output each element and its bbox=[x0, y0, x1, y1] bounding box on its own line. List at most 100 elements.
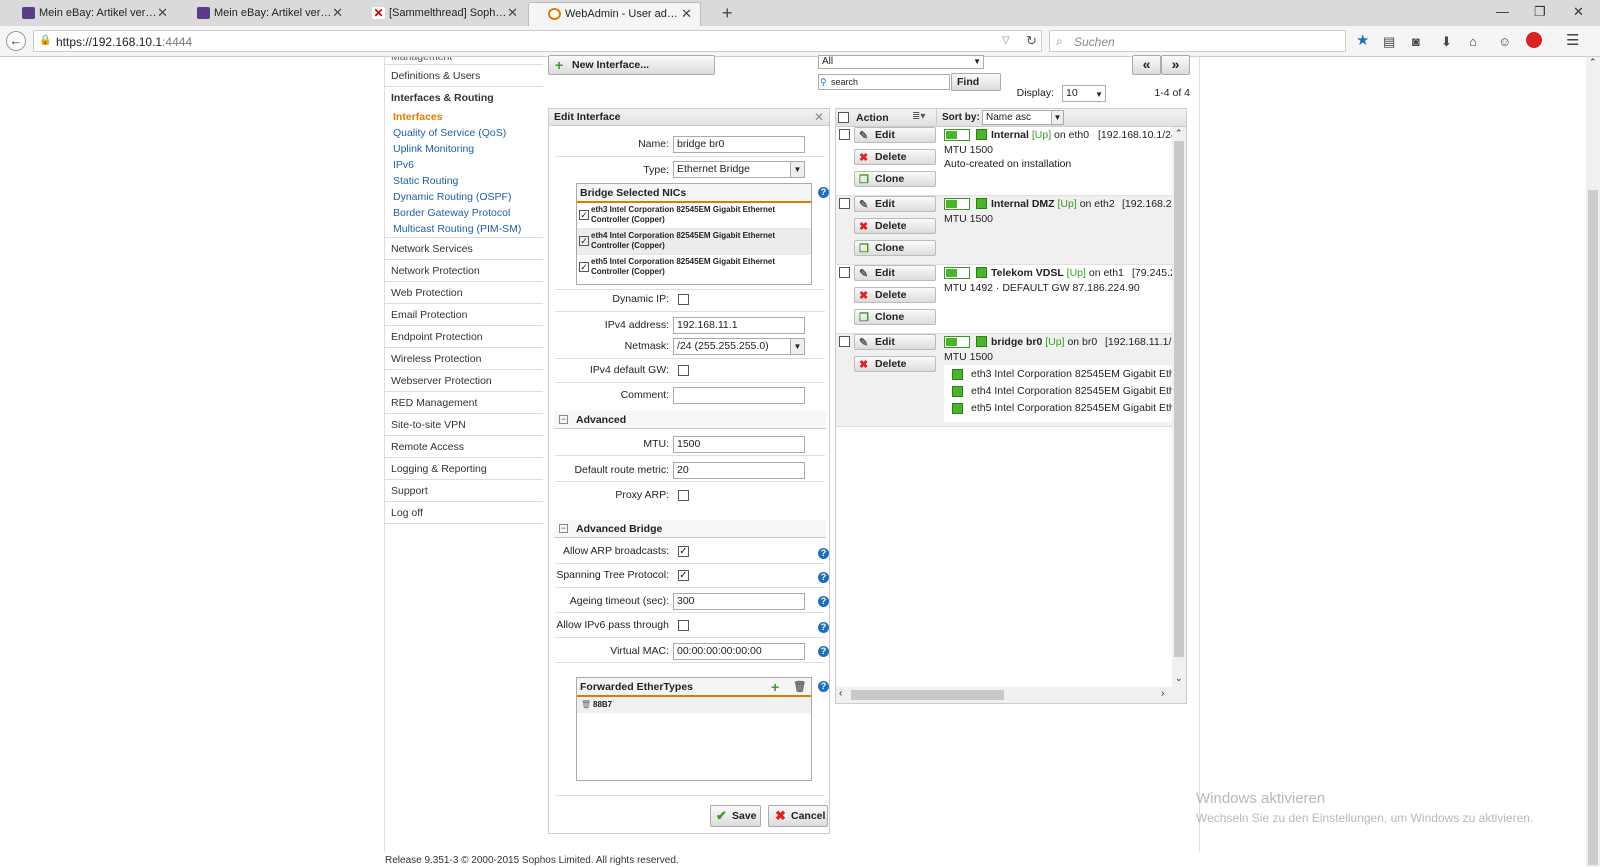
edit-button[interactable]: ✎ Edit bbox=[854, 127, 936, 143]
nic-checkbox[interactable]: ✓ bbox=[579, 236, 589, 246]
trash-icon[interactable]: 🗑 bbox=[793, 678, 806, 696]
sidebar-item-log-off[interactable]: Log off bbox=[385, 502, 543, 524]
delete-button[interactable]: ✖ Delete bbox=[854, 356, 936, 372]
close-icon[interactable]: ✕ bbox=[507, 2, 518, 24]
clone-button[interactable]: ❐ Clone bbox=[854, 240, 936, 256]
sidebar-item-definitions-users[interactable]: Definitions & Users bbox=[385, 65, 543, 87]
advanced-bridge-section-header[interactable]: − Advanced Bridge bbox=[554, 520, 826, 538]
url-bar[interactable]: 🔒 https://192.168.10.1:4444 ▽ ↻ bbox=[33, 30, 1042, 52]
comment-input[interactable] bbox=[673, 387, 805, 404]
close-icon[interactable]: ✕ bbox=[332, 2, 343, 24]
close-icon[interactable]: ✕ bbox=[814, 109, 824, 126]
page-scrollbar[interactable]: ⌃ bbox=[1586, 57, 1600, 867]
ethertype-item[interactable]: 🗑 88B7 bbox=[577, 697, 811, 713]
delete-button[interactable]: ✖ Delete bbox=[854, 218, 936, 234]
edit-button[interactable]: ✎ Edit bbox=[854, 196, 936, 212]
status-toggle[interactable] bbox=[944, 336, 970, 348]
ageing-timeout-input[interactable]: 300 bbox=[673, 593, 805, 610]
close-icon[interactable]: ✕ bbox=[157, 2, 168, 24]
back-button[interactable]: ← bbox=[6, 31, 26, 51]
sidebar-item-logging-reporting[interactable]: Logging & Reporting bbox=[385, 458, 543, 480]
sort-select[interactable]: Name asc ▼ bbox=[982, 110, 1064, 125]
minimize-icon[interactable]: — bbox=[1496, 4, 1509, 19]
sidebar-item-site-to-site-vpn[interactable]: Site-to-site VPN bbox=[385, 414, 543, 436]
add-icon[interactable]: + bbox=[771, 678, 779, 696]
edit-button[interactable]: ✎ Edit bbox=[854, 265, 936, 281]
nic-item[interactable]: ✓ eth3 Intel Corporation 82545EM Gigabit … bbox=[577, 203, 811, 229]
row-checkbox[interactable] bbox=[839, 336, 850, 347]
collapse-icon[interactable]: − bbox=[559, 415, 568, 424]
sidebar-item-support[interactable]: Support bbox=[385, 480, 543, 502]
sidebar-item-uplink-monitoring[interactable]: Uplink Monitoring bbox=[385, 141, 543, 157]
clone-button[interactable]: ❐ Clone bbox=[854, 309, 936, 325]
new-tab-button[interactable]: + bbox=[722, 2, 733, 24]
mtu-input[interactable]: 1500 bbox=[673, 436, 805, 453]
reading-list-icon[interactable]: ▤ bbox=[1383, 34, 1395, 50]
nic-item[interactable]: ✓ eth5 Intel Corporation 82545EM Gigabit … bbox=[577, 255, 811, 281]
status-toggle[interactable] bbox=[944, 129, 970, 141]
type-select[interactable]: Ethernet Bridge ▼ bbox=[673, 161, 805, 178]
cancel-button[interactable]: ✖ Cancel bbox=[768, 805, 828, 827]
sidebar-item-ipv6[interactable]: IPv6 bbox=[385, 157, 543, 173]
help-icon[interactable]: ? bbox=[818, 548, 829, 559]
vertical-scrollbar[interactable]: ⌃ ⌄ bbox=[1172, 127, 1186, 687]
pocket-icon[interactable]: ◙ bbox=[1412, 34, 1420, 49]
sidebar-item-wireless-protection[interactable]: Wireless Protection bbox=[385, 348, 543, 370]
sidebar-item-multicast[interactable]: Multicast Routing (PIM-SM) bbox=[385, 221, 543, 238]
table-row[interactable]: ✎ Edit ✖ Delete ❐ Clone Internal [Up] on et… bbox=[836, 127, 1177, 196]
new-interface-button[interactable]: + New Interface... bbox=[548, 55, 715, 75]
menu-icon[interactable]: ☰ bbox=[1566, 31, 1579, 49]
clone-button[interactable]: ❐ Clone bbox=[854, 171, 936, 187]
reload-icon[interactable]: ↻ bbox=[1026, 33, 1037, 49]
scroll-left-icon[interactable]: ‹ bbox=[839, 688, 842, 699]
column-menu-icon[interactable]: ≣▾ bbox=[912, 111, 925, 122]
name-input[interactable]: bridge br0 bbox=[673, 136, 805, 153]
window-close-icon[interactable]: ✕ bbox=[1573, 4, 1584, 20]
table-row[interactable]: ✎ Edit ✖ Delete ❐ Clone Internal DMZ [Up] o… bbox=[836, 196, 1172, 265]
ipv4-default-gw-checkbox[interactable] bbox=[678, 365, 689, 376]
sidebar-item-endpoint-protection[interactable]: Endpoint Protection bbox=[385, 326, 543, 348]
row-checkbox[interactable] bbox=[839, 129, 850, 140]
scroll-up-icon[interactable]: ⌃ bbox=[1175, 128, 1183, 139]
scroll-right-icon[interactable]: › bbox=[1161, 688, 1164, 699]
home-icon[interactable]: ⌂ bbox=[1469, 34, 1477, 49]
scroll-thumb[interactable] bbox=[851, 690, 1004, 700]
help-icon[interactable]: ? bbox=[818, 622, 829, 633]
netmask-select[interactable]: /24 (255.255.255.0) ▼ bbox=[673, 338, 805, 355]
list-search-input[interactable]: ⚲ search bbox=[818, 74, 950, 90]
help-icon[interactable]: ? bbox=[818, 187, 829, 198]
trash-icon[interactable]: 🗑 bbox=[581, 697, 591, 713]
prev-page-button[interactable]: « bbox=[1132, 55, 1161, 75]
adblock-icon[interactable] bbox=[1526, 32, 1542, 48]
help-icon[interactable]: ? bbox=[818, 596, 829, 607]
bookmark-star-icon[interactable]: ★ bbox=[1356, 31, 1369, 49]
status-toggle[interactable] bbox=[944, 267, 970, 279]
scroll-down-icon[interactable]: ⌄ bbox=[1175, 673, 1183, 684]
row-checkbox[interactable] bbox=[839, 267, 850, 278]
help-icon[interactable]: ? bbox=[818, 681, 829, 692]
ipv4-address-input[interactable]: 192.168.11.1 bbox=[673, 317, 805, 334]
sidebar-item-red-management[interactable]: RED Management bbox=[385, 392, 543, 414]
help-icon[interactable]: ? bbox=[818, 646, 829, 657]
collapse-icon[interactable]: − bbox=[559, 524, 568, 533]
chat-icon[interactable]: ☺ bbox=[1498, 34, 1511, 49]
next-page-button[interactable]: » bbox=[1161, 55, 1190, 75]
scroll-up-icon[interactable]: ⌃ bbox=[1589, 57, 1597, 68]
help-icon[interactable]: ? bbox=[818, 572, 829, 583]
sidebar-item-network-services[interactable]: Network Services bbox=[385, 238, 543, 260]
delete-button[interactable]: ✖ Delete bbox=[854, 149, 936, 165]
select-all-checkbox[interactable] bbox=[838, 112, 849, 123]
nic-checkbox[interactable]: ✓ bbox=[579, 262, 589, 272]
browser-search-input[interactable]: ⌕ Suchen bbox=[1049, 30, 1346, 52]
sidebar-item-management[interactable]: Management bbox=[385, 57, 543, 65]
nic-checkbox[interactable]: ✓ bbox=[579, 210, 589, 220]
browser-tab-sammelthread[interactable]: ✕[Sammelthread] Sophos U...✕ bbox=[353, 2, 526, 26]
sidebar-item-interfaces[interactable]: Interfaces bbox=[385, 109, 543, 125]
ipv6-pass-checkbox[interactable] bbox=[678, 620, 689, 631]
sidebar-item-network-protection[interactable]: Network Protection bbox=[385, 260, 543, 282]
status-toggle[interactable] bbox=[944, 198, 970, 210]
route-metric-input[interactable]: 20 bbox=[673, 462, 805, 479]
browser-tab-webadmin[interactable]: WebAdmin - User admin -...✕ bbox=[528, 2, 701, 26]
maximize-icon[interactable]: ❐ bbox=[1534, 4, 1546, 20]
proxy-arp-checkbox[interactable] bbox=[678, 490, 689, 501]
